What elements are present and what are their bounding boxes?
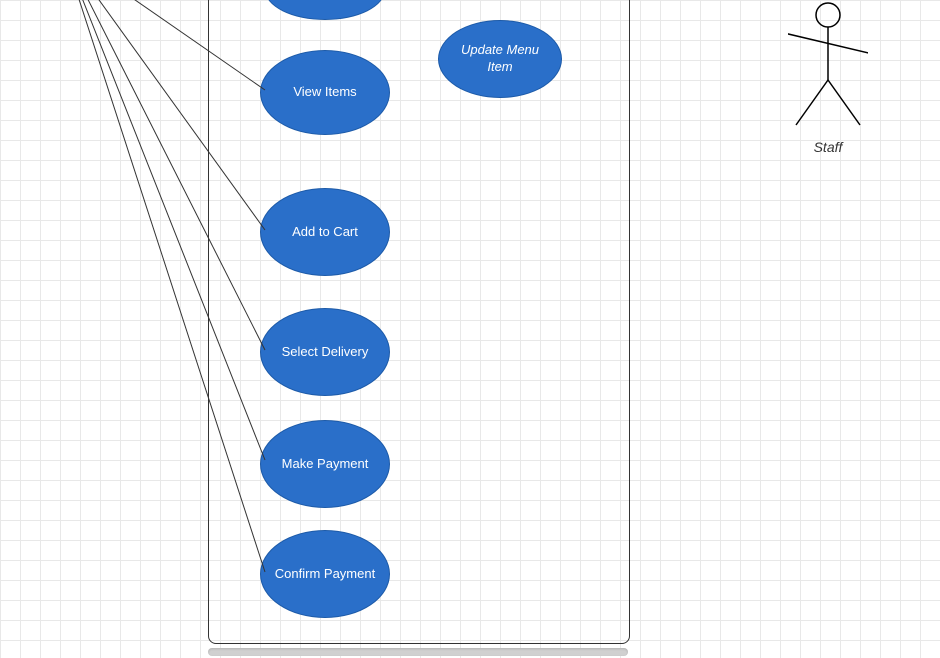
actor-label: Staff [788,139,868,155]
use-case-label: Confirm Payment [275,566,375,583]
actor-staff[interactable]: Staff [788,0,868,155]
diagram-canvas[interactable]: View Items Update Menu Item Add to Cart … [0,0,940,658]
use-case-confirm-payment[interactable]: Confirm Payment [260,530,390,618]
use-case-label: Update Menu Item [449,42,551,76]
use-case-label: Select Delivery [282,344,369,361]
use-case-add-to-cart[interactable]: Add to Cart [260,188,390,276]
use-case-label: Make Payment [282,456,369,473]
use-case-label: Add to Cart [292,224,358,241]
horizontal-scrollbar[interactable] [208,648,628,656]
use-case-view-items[interactable]: View Items [260,50,390,135]
use-case-update-menu-item[interactable]: Update Menu Item [438,20,562,98]
stick-figure-icon [788,0,868,130]
use-case-label: View Items [293,84,356,101]
use-case-select-delivery[interactable]: Select Delivery [260,308,390,396]
use-case-make-payment[interactable]: Make Payment [260,420,390,508]
